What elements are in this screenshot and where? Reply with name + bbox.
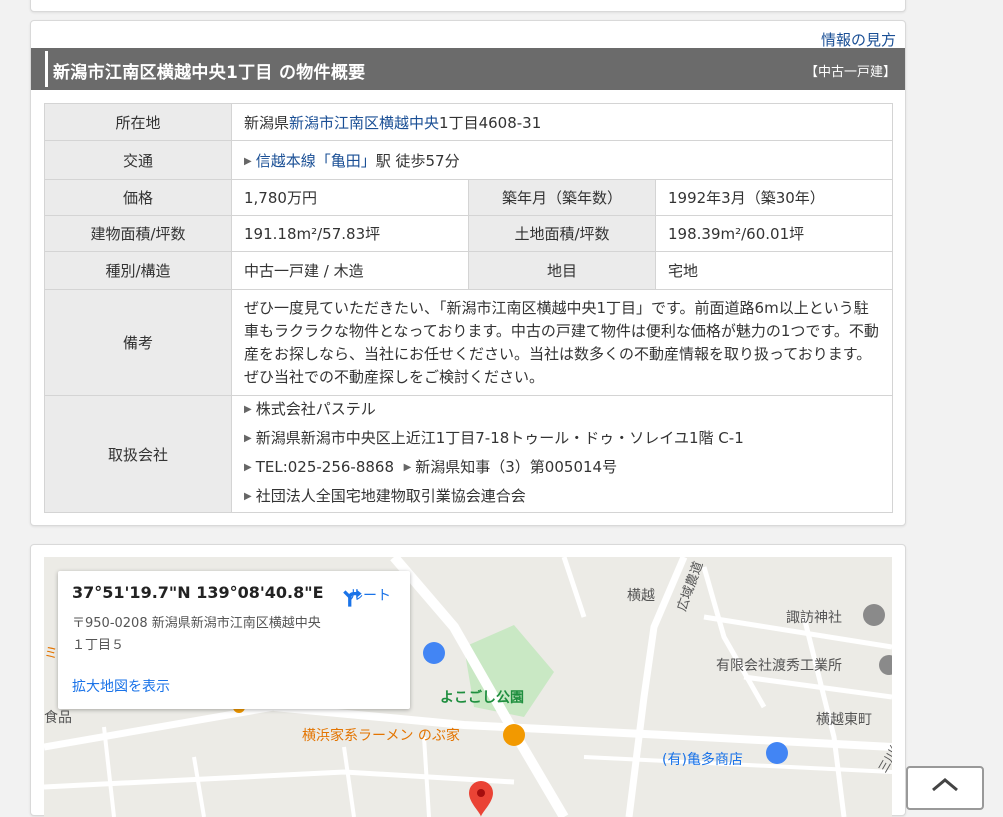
triangle-right-icon: ▶ — [244, 462, 252, 473]
map-label-watahide: 有限会社渡秀工業所 — [716, 658, 842, 674]
shopping-bag-icon — [423, 642, 445, 664]
shrine-icon — [863, 604, 885, 626]
land-category-value: 宅地 — [654, 251, 894, 290]
company-value: ▶ 株式会社パステル ▶ 新潟県新潟市中央区上近江1丁目7-18トゥール・ドゥ・ソレ… — [230, 395, 894, 513]
map-place-card: 37°51'19.7"N 139°08'40.8"E 〒950-0208 新潟県… — [58, 571, 410, 709]
company-tel-line: ▶ TEL:025-256-8868 ▶ 新潟県知事（3）第005014号 — [244, 454, 880, 483]
company-label: 取扱会社 — [44, 395, 232, 513]
built-value: 1992年3月（築30年） — [654, 179, 894, 216]
triangle-right-icon: ▶ — [244, 404, 252, 415]
previous-card — [30, 0, 906, 12]
triangle-right-icon: ▶ — [403, 462, 412, 473]
page-top-button[interactable] — [906, 766, 984, 810]
map-label-food: 食品 — [44, 710, 72, 726]
location-value: 新潟県新潟市江南区横越中央1丁目4608-31 — [230, 103, 894, 141]
structure-label: 種別/構造 — [44, 251, 232, 290]
land-area-value: 198.39m²/60.01坪 — [654, 215, 894, 252]
map-label-edge: ミ — [44, 646, 58, 662]
map-label-kameta: (有)亀多商店 — [662, 752, 743, 768]
built-label: 築年月（築年数） — [468, 179, 656, 216]
table-row: 建物面積/坪数 191.18m²/57.83坪 土地面積/坪数 198.39m²… — [44, 215, 894, 252]
location-prefix: 新潟県 — [244, 113, 290, 132]
building-area-value: 191.18m²/57.83坪 — [231, 215, 469, 252]
map-label-yokogoshi: 横越 — [627, 588, 655, 604]
company-tel: TEL:025-256-8868 — [255, 458, 395, 476]
directions-icon — [343, 589, 362, 607]
structure-value: 中古一戸建 / 木造 — [231, 251, 469, 290]
land-category-label: 地目 — [468, 251, 656, 290]
remarks-label: 備考 — [44, 289, 232, 396]
company-association: 社団法人全国宅地建物取引業協会連合会 — [255, 487, 526, 505]
route-button[interactable]: ルート — [340, 585, 400, 607]
land-area-label: 土地面積/坪数 — [468, 215, 656, 252]
price-value: 1,780万円 — [231, 179, 469, 216]
table-row: 価格 1,780万円 築年月（築年数） 1992年3月（築30年） — [44, 179, 894, 216]
enlarge-map-link[interactable]: 拡大地図を表示 — [72, 676, 170, 696]
map-label-higashi: 横越東町 — [816, 712, 872, 728]
property-table: 所在地 新潟県新潟市江南区横越中央1丁目4608-31 交通 ▶ 信越本線「亀田」… — [44, 103, 894, 513]
map-label-ramen: 横浜家系ラーメン のぶ家 — [302, 728, 460, 744]
table-row: 所在地 新潟県新潟市江南区横越中央1丁目4608-31 — [44, 103, 894, 141]
property-summary-card: 情報の見方 新潟市江南区横越中央1丁目 の物件概要 【中古一戸建】 所在地 新潟… — [30, 20, 906, 526]
info-guide-link[interactable]: 情報の見方 — [821, 29, 896, 50]
location-link[interactable]: 新潟市江南区横越中央 — [289, 114, 439, 132]
transport-suffix: 駅 徒歩57分 — [375, 151, 460, 170]
page-title: 新潟市江南区横越中央1丁目 の物件概要 — [53, 63, 366, 83]
company-association-line: ▶ 社団法人全国宅地建物取引業協会連合会 — [244, 483, 880, 512]
triangle-right-icon: ▶ — [244, 491, 252, 502]
map-label-suwa: 諏訪神社 — [786, 610, 842, 626]
table-row: 備考 ぜひ一度見ていただきたい、「新潟市江南区横越中央1丁目」です。前面道路6m… — [44, 289, 894, 396]
location-label: 所在地 — [44, 103, 232, 141]
remarks-value: ぜひ一度見ていただきたい、「新潟市江南区横越中央1丁目」です。前面道路6m以上と… — [230, 289, 894, 396]
table-row: 取扱会社 ▶ 株式会社パステル ▶ 新潟県新潟市中央区上近江1丁目7-18トゥール・… — [44, 395, 894, 513]
header-accent-bar — [45, 51, 48, 87]
building-area-label: 建物面積/坪数 — [44, 215, 232, 252]
transport-value: ▶ 信越本線「亀田」駅 徒歩57分 — [230, 140, 894, 180]
company-address-line: ▶ 新潟県新潟市中央区上近江1丁目7-18トゥール・ドゥ・ソレイユ1階 C-1 — [244, 425, 880, 454]
map-card: 横越 広域農道 諏訪神社 有限会社渡秀工業所 横越東町 よこごし公園 横浜家系ラ… — [30, 544, 906, 817]
summary-header: 新潟市江南区横越中央1丁目 の物件概要 【中古一戸建】 — [31, 48, 905, 90]
property-type-badge: 【中古一戸建】 — [804, 65, 896, 80]
triangle-right-icon: ▶ — [244, 155, 252, 167]
triangle-right-icon: ▶ — [244, 433, 252, 444]
map-coordinates: 37°51'19.7"N 139°08'40.8"E — [72, 583, 324, 602]
chevron-up-icon — [932, 778, 958, 792]
company-name: 株式会社パステル — [255, 400, 376, 418]
transport-link[interactable]: 信越本線「亀田」 — [256, 152, 376, 170]
location-suffix: 1丁目4608-31 — [439, 113, 542, 132]
transport-label: 交通 — [44, 140, 232, 180]
shopping-bag-icon-2 — [766, 742, 788, 764]
price-label: 価格 — [44, 179, 232, 216]
company-name-line: ▶ 株式会社パステル — [244, 396, 880, 425]
company-license: 新潟県知事（3）第005014号 — [415, 458, 618, 476]
company-address: 新潟県新潟市中央区上近江1丁目7-18トゥール・ドゥ・ソレイユ1階 C-1 — [255, 429, 744, 447]
map-label-park: よこごし公園 — [440, 690, 524, 706]
table-row: 種別/構造 中古一戸建 / 木造 地目 宅地 — [44, 251, 894, 290]
map-address: 〒950-0208 新潟県新潟市江南区横越中央１丁目５ — [72, 616, 321, 653]
restaurant-icon — [503, 724, 525, 746]
table-row: 交通 ▶ 信越本線「亀田」駅 徒歩57分 — [44, 140, 894, 180]
map-view[interactable]: 横越 広域農道 諏訪神社 有限会社渡秀工業所 横越東町 よこごし公園 横浜家系ラ… — [44, 557, 892, 817]
